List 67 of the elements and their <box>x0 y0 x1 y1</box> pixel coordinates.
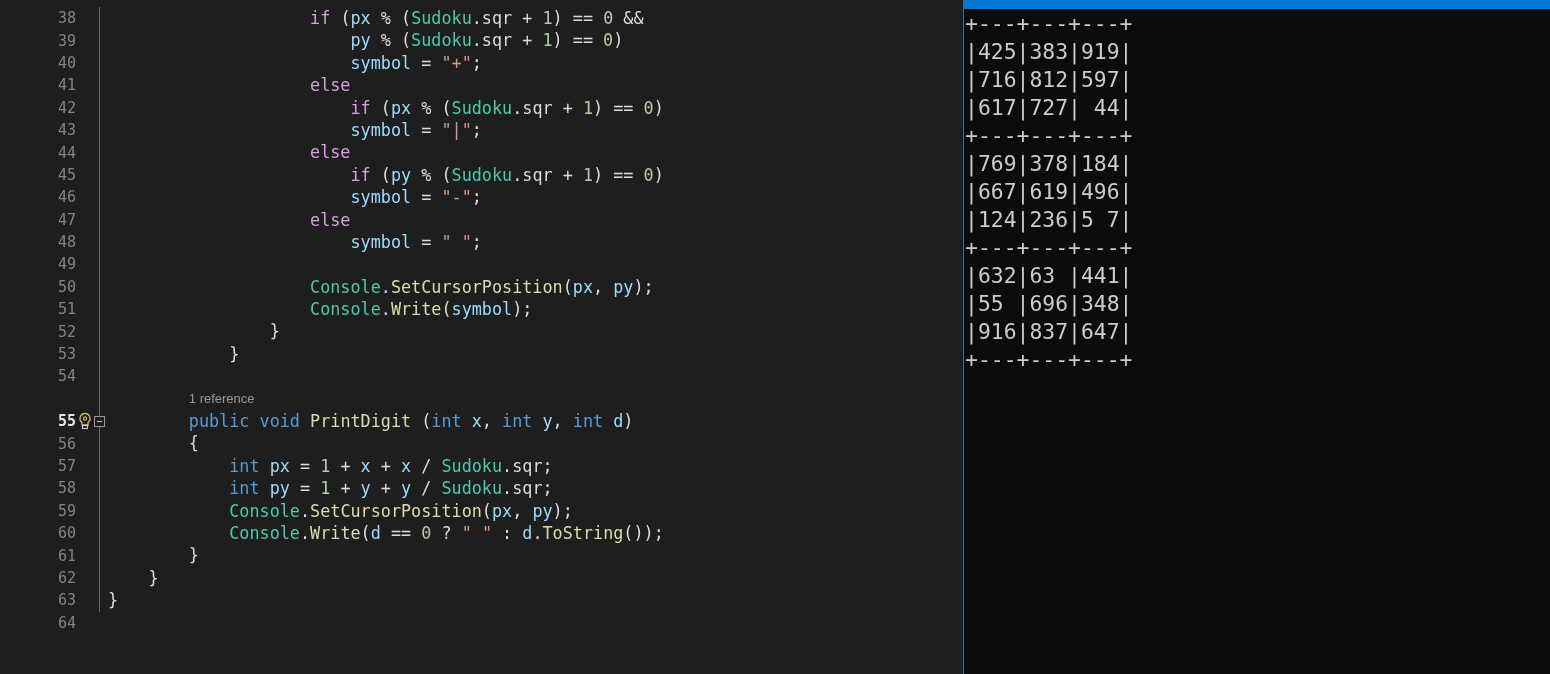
line-number: 55 <box>57 412 76 431</box>
code-line: Console.Write(symbol); <box>309 298 533 321</box>
line-number: 58 <box>57 479 76 498</box>
line-number: 64 <box>57 613 76 632</box>
line-number: 60 <box>57 524 76 543</box>
code-line: else <box>309 208 351 231</box>
line-number: 63 <box>57 591 76 610</box>
code-line: else <box>309 141 351 164</box>
line-number: 53 <box>57 345 76 364</box>
line-number: 48 <box>57 233 76 252</box>
code-line: } <box>268 320 280 343</box>
line-number: 46 <box>57 188 76 207</box>
console-line: |55 |696|348| <box>965 290 1133 318</box>
line-number: 44 <box>57 143 76 162</box>
code-line: py % (Sudoku.sqr + 1) == 0) <box>349 29 624 52</box>
line-number: 43 <box>57 121 76 140</box>
console-line: +---+---+---+ <box>965 346 1133 374</box>
code-line: } <box>187 544 199 567</box>
code-line: symbol = " "; <box>349 230 482 254</box>
console-line: |916|837|647| <box>965 318 1133 346</box>
line-number: 40 <box>57 54 76 72</box>
lightbulb-icon[interactable] <box>78 412 92 431</box>
console-line: |632|63 |441| <box>965 262 1133 290</box>
code-line: int py = 1 + y + y / Sudoku.sqr; <box>228 477 553 500</box>
line-number: 45 <box>57 165 76 184</box>
code-line: } <box>147 566 159 590</box>
console-line: |425|383|919| <box>965 38 1133 66</box>
line-number: 57 <box>57 457 76 475</box>
reference-count-link[interactable]: 1 reference <box>188 391 255 407</box>
console-line: +---+---+---+ <box>965 234 1133 262</box>
code-line: if (px % (Sudoku.sqr + 1) == 0) <box>349 96 664 119</box>
line-number: 38 <box>57 9 76 28</box>
code-line: Console.SetCursorPosition(px, py); <box>309 275 654 299</box>
line-number: 56 <box>57 434 76 453</box>
console-line: |124|236|5 7| <box>965 206 1133 234</box>
code-line: public void PrintDigit (int x, int y, int d) <box>187 410 634 433</box>
code-line: symbol = "+"; <box>349 51 482 75</box>
line-number: 42 <box>57 98 76 117</box>
console-line: +---+---+---+ <box>965 10 1133 38</box>
code-line: if (py % (Sudoku.sqr + 1) == 0) <box>349 163 664 187</box>
line-number: 61 <box>57 546 76 565</box>
line-number: 52 <box>57 322 76 341</box>
line-number: 39 <box>57 31 76 50</box>
collapse-icon[interactable] <box>94 416 105 428</box>
code-line: } <box>228 342 240 366</box>
code-line: if (px % (Sudoku.sqr + 1) == 0 && <box>309 7 644 30</box>
line-number: 49 <box>57 255 76 274</box>
code-line: symbol = "-"; <box>349 186 482 209</box>
console-line: |667|619|496| <box>965 178 1133 206</box>
code-line: } <box>108 589 119 612</box>
code-line: symbol = "|"; <box>349 118 482 142</box>
code-line: Console.Write(d == 0 ? " " : d.ToString()); <box>228 522 664 545</box>
line-number: 50 <box>57 277 76 296</box>
line-number: 54 <box>57 367 76 386</box>
line-number: 51 <box>57 300 76 319</box>
line-number: 41 <box>57 76 76 95</box>
console-line: |716|812|597| <box>965 66 1133 94</box>
code-line: { <box>187 432 199 455</box>
console-line: +---+---+---+ <box>965 122 1133 150</box>
code-line: Console.SetCursorPosition(px, py); <box>228 499 573 522</box>
code-line: else <box>309 74 351 97</box>
console-line: |617|727| 44| <box>965 94 1133 122</box>
line-number: 47 <box>57 210 76 229</box>
code-line: int px = 1 + x + x / Sudoku.sqr; <box>228 454 553 478</box>
line-number: 62 <box>57 568 76 587</box>
console-line: |769|378|184| <box>965 150 1133 178</box>
line-number: 59 <box>57 501 76 520</box>
